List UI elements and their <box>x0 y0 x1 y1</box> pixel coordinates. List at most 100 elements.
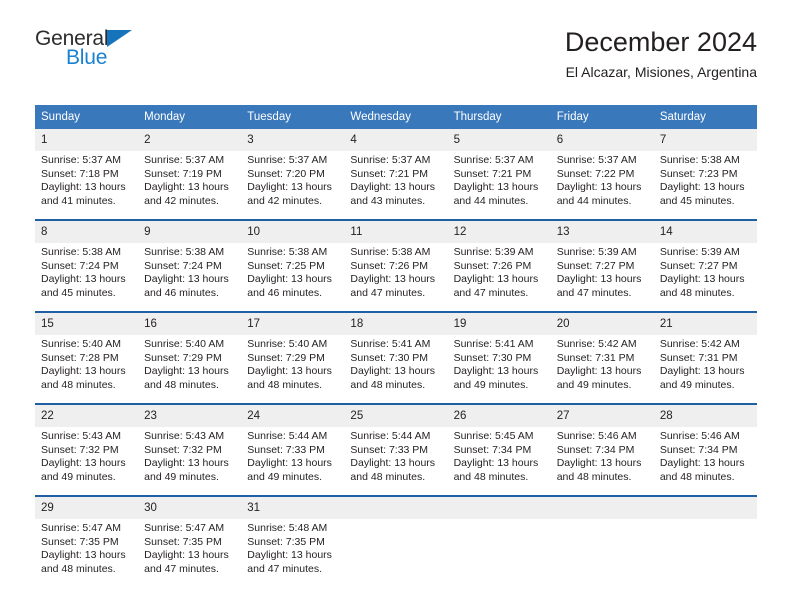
day-number-26[interactable]: 26 <box>448 405 551 427</box>
day-cell-12[interactable]: Sunrise: 5:39 AM Sunset: 7:26 PM Daylight:… <box>448 243 551 311</box>
day-detail-line: Sunrise: 5:48 AM <box>247 522 328 534</box>
day-cell-15[interactable]: Sunrise: 5:40 AM Sunset: 7:28 PM Daylight:… <box>35 335 138 403</box>
day-number-19[interactable]: 19 <box>448 313 551 335</box>
day-number-30[interactable]: 30 <box>138 497 241 519</box>
day-number-5[interactable]: 5 <box>448 129 551 151</box>
day-cell-21[interactable]: Sunrise: 5:42 AM Sunset: 7:31 PM Daylight:… <box>654 335 757 403</box>
day-number-21[interactable]: 21 <box>654 313 757 335</box>
day-number-14[interactable]: 14 <box>654 221 757 243</box>
day-detail-line: Sunset: 7:26 PM <box>350 259 429 272</box>
day-detail-line: Sunset: 7:35 PM <box>144 535 222 548</box>
day-detail-line: Daylight: 13 hours <box>556 365 642 378</box>
day-number-20[interactable]: 20 <box>551 313 654 335</box>
day-number-15[interactable]: 15 <box>35 313 138 335</box>
day-number-17[interactable]: 17 <box>241 313 344 335</box>
day-cell-3[interactable]: Sunrise: 5:37 AM Sunset: 7:20 PM Daylight:… <box>241 151 344 219</box>
day-detail-line: Daylight: 13 hours <box>144 457 229 470</box>
day-cell-27[interactable]: Sunrise: 5:46 AM Sunset: 7:34 PM Daylight:… <box>551 427 654 495</box>
day-detail-line: Sunrise: 5:47 AM <box>144 522 225 534</box>
day-cell-14[interactable]: Sunrise: 5:39 AM Sunset: 7:27 PM Daylight:… <box>654 243 757 311</box>
day-cell-1[interactable]: Sunrise: 5:37 AM Sunset: 7:18 PM Daylight:… <box>35 151 138 219</box>
day-number-13[interactable]: 13 <box>551 221 654 243</box>
day-number-25[interactable]: 25 <box>344 405 447 427</box>
day-detail-line: Sunrise: 5:40 AM <box>247 338 328 350</box>
day-number-9[interactable]: 9 <box>138 221 241 243</box>
weekday-header-tuesday: Tuesday <box>247 111 291 123</box>
day-detail-line: Sunrise: 5:39 AM <box>556 246 637 258</box>
day-detail-line: Daylight: 13 hours <box>144 549 229 562</box>
day-number-1[interactable]: 1 <box>35 129 138 151</box>
day-cell-5[interactable]: Sunrise: 5:37 AM Sunset: 7:21 PM Daylight:… <box>448 151 551 219</box>
day-cell-28[interactable]: Sunrise: 5:46 AM Sunset: 7:34 PM Daylight:… <box>654 427 757 495</box>
day-number-16[interactable]: 16 <box>138 313 241 335</box>
day-number-10[interactable]: 10 <box>241 221 344 243</box>
day-number-28[interactable]: 28 <box>654 405 757 427</box>
day-number-23[interactable]: 23 <box>138 405 241 427</box>
day-number-29[interactable]: 29 <box>35 497 138 519</box>
day-cell-19[interactable]: Sunrise: 5:41 AM Sunset: 7:30 PM Daylight:… <box>448 335 551 403</box>
generalblue-logo[interactable]: General Blue <box>35 28 255 76</box>
day-detail-line: Sunset: 7:27 PM <box>556 259 635 272</box>
day-detail-line: Daylight: 13 hours <box>247 181 332 194</box>
day-cell-26[interactable]: Sunrise: 5:45 AM Sunset: 7:34 PM Daylight:… <box>448 427 551 495</box>
day-detail-line: Sunrise: 5:38 AM <box>144 246 225 258</box>
day-cell-13[interactable]: Sunrise: 5:39 AM Sunset: 7:27 PM Daylight:… <box>551 243 654 311</box>
day-cell-24[interactable]: Sunrise: 5:44 AM Sunset: 7:33 PM Daylight:… <box>241 427 344 495</box>
day-detail-line: Daylight: 13 hours <box>556 457 642 470</box>
week-detail-band: Sunrise: 5:38 AM Sunset: 7:24 PM Daylight:… <box>35 243 757 311</box>
day-number-24[interactable]: 24 <box>241 405 344 427</box>
day-detail-line: Daylight: 13 hours <box>453 365 539 378</box>
day-detail-line: and 48 minutes. <box>247 378 322 391</box>
day-detail-line: Sunset: 7:29 PM <box>247 351 325 364</box>
day-cell-7[interactable]: Sunrise: 5:38 AM Sunset: 7:23 PM Daylight:… <box>654 151 757 219</box>
day-cell-16[interactable]: Sunrise: 5:40 AM Sunset: 7:29 PM Daylight:… <box>138 335 241 403</box>
day-detail-line: Sunrise: 5:39 AM <box>659 246 740 258</box>
day-cell-4[interactable]: Sunrise: 5:37 AM Sunset: 7:21 PM Daylight:… <box>344 151 447 219</box>
day-detail-line: Daylight: 13 hours <box>350 181 436 194</box>
day-number-18[interactable]: 18 <box>344 313 447 335</box>
day-number-3[interactable]: 3 <box>241 129 344 151</box>
day-detail-line: Sunset: 7:20 PM <box>247 167 325 180</box>
day-detail-line: Daylight: 13 hours <box>350 457 436 470</box>
day-number-6[interactable]: 6 <box>551 129 654 151</box>
day-detail-line: and 47 minutes. <box>144 562 219 575</box>
day-detail-line: Sunset: 7:21 PM <box>453 167 532 180</box>
day-cell-11[interactable]: Sunrise: 5:38 AM Sunset: 7:26 PM Daylight:… <box>344 243 447 311</box>
day-detail-line: Sunset: 7:34 PM <box>556 443 635 456</box>
day-cell-25[interactable]: Sunrise: 5:44 AM Sunset: 7:33 PM Daylight:… <box>344 427 447 495</box>
day-cell-2[interactable]: Sunrise: 5:37 AM Sunset: 7:19 PM Daylight:… <box>138 151 241 219</box>
day-detail-line: Sunset: 7:18 PM <box>41 167 119 180</box>
day-cell-17[interactable]: Sunrise: 5:40 AM Sunset: 7:29 PM Daylight:… <box>241 335 344 403</box>
day-detail-line: Sunrise: 5:40 AM <box>144 338 225 350</box>
day-detail-line: Sunset: 7:34 PM <box>659 443 738 456</box>
day-cell-9[interactable]: Sunrise: 5:38 AM Sunset: 7:24 PM Daylight:… <box>138 243 241 311</box>
day-cell-10[interactable]: Sunrise: 5:38 AM Sunset: 7:25 PM Daylight:… <box>241 243 344 311</box>
day-number-7[interactable]: 7 <box>654 129 757 151</box>
day-detail-line: and 45 minutes. <box>659 194 735 207</box>
day-cell-31[interactable]: Sunrise: 5:48 AM Sunset: 7:35 PM Daylight:… <box>241 519 344 587</box>
day-cell-empty <box>344 519 447 587</box>
day-detail-line: Sunrise: 5:40 AM <box>41 338 121 350</box>
day-cell-6[interactable]: Sunrise: 5:37 AM Sunset: 7:22 PM Daylight:… <box>551 151 654 219</box>
day-number-22[interactable]: 22 <box>35 405 138 427</box>
day-cell-30[interactable]: Sunrise: 5:47 AM Sunset: 7:35 PM Daylight:… <box>138 519 241 587</box>
day-number-12[interactable]: 12 <box>448 221 551 243</box>
day-number-8[interactable]: 8 <box>35 221 138 243</box>
day-cell-22[interactable]: Sunrise: 5:43 AM Sunset: 7:32 PM Daylight:… <box>35 427 138 495</box>
day-cell-18[interactable]: Sunrise: 5:41 AM Sunset: 7:30 PM Daylight:… <box>344 335 447 403</box>
day-detail-line: Daylight: 13 hours <box>659 365 745 378</box>
day-number-27[interactable]: 27 <box>551 405 654 427</box>
day-number-31[interactable]: 31 <box>241 497 344 519</box>
day-number-2[interactable]: 2 <box>138 129 241 151</box>
day-cell-8[interactable]: Sunrise: 5:38 AM Sunset: 7:24 PM Daylight:… <box>35 243 138 311</box>
day-detail-line: Sunrise: 5:37 AM <box>144 154 225 166</box>
day-cell-20[interactable]: Sunrise: 5:42 AM Sunset: 7:31 PM Daylight:… <box>551 335 654 403</box>
day-detail-line: Sunrise: 5:39 AM <box>453 246 534 258</box>
day-cell-23[interactable]: Sunrise: 5:43 AM Sunset: 7:32 PM Daylight:… <box>138 427 241 495</box>
day-detail-line: Sunrise: 5:38 AM <box>41 246 121 258</box>
day-detail-line: Daylight: 13 hours <box>659 457 745 470</box>
day-number-4[interactable]: 4 <box>344 129 447 151</box>
day-cell-29[interactable]: Sunrise: 5:47 AM Sunset: 7:35 PM Daylight:… <box>35 519 138 587</box>
day-number-11[interactable]: 11 <box>344 221 447 243</box>
title-block: December 2024 El Alcazar, Misiones, Arge… <box>565 25 757 82</box>
